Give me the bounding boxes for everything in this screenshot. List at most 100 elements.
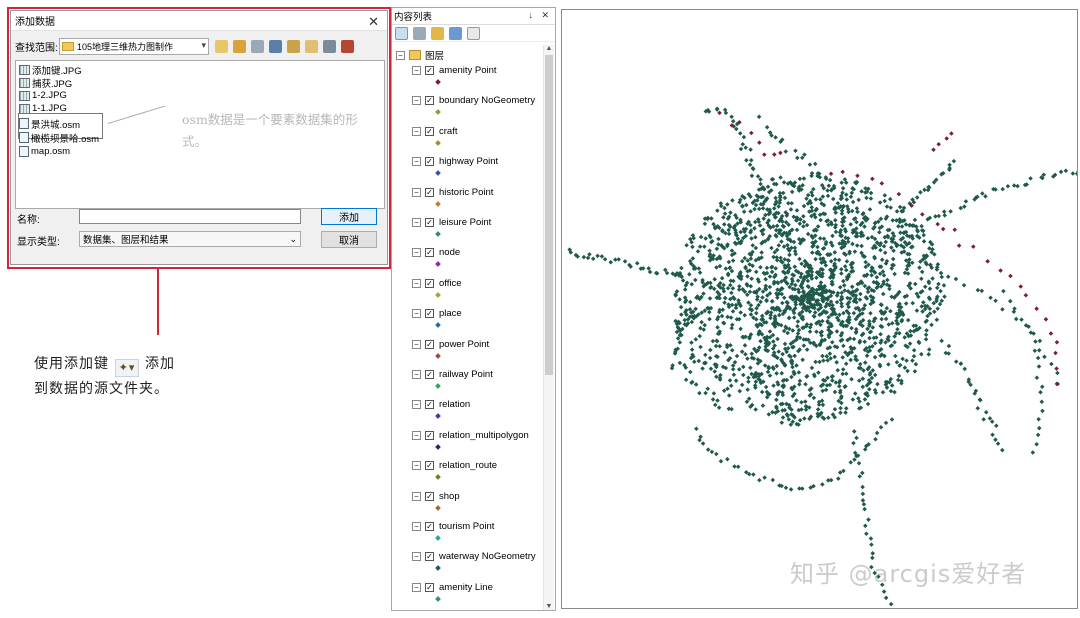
visibility-checkbox[interactable]: ✓ — [425, 552, 434, 561]
list-by-visibility-icon[interactable] — [431, 27, 444, 40]
layer-item[interactable]: −✓relation — [412, 398, 550, 426]
toc-scrollbar[interactable]: ▲ ▼ — [543, 45, 554, 610]
chevron-down-icon[interactable]: ⌄ — [289, 234, 297, 245]
list-item[interactable]: 橄榄坝景哈.osm — [19, 131, 99, 144]
new-folder-icon[interactable] — [287, 40, 300, 53]
add-button[interactable]: 添加 — [321, 208, 377, 225]
visibility-checkbox[interactable]: ✓ — [425, 583, 434, 592]
collapse-icon[interactable]: − — [412, 552, 421, 561]
cancel-button[interactable]: 取消 — [321, 231, 377, 248]
layer-item[interactable]: −✓node — [412, 246, 550, 274]
collapse-icon[interactable]: − — [412, 583, 421, 592]
visibility-checkbox[interactable]: ✓ — [425, 340, 434, 349]
up-level-icon[interactable] — [215, 40, 228, 53]
collapse-icon[interactable]: − — [412, 431, 421, 440]
layer-item[interactable]: −✓power Point — [412, 338, 550, 366]
layer-item[interactable]: −✓place — [412, 307, 550, 335]
visibility-checkbox[interactable]: ✓ — [425, 66, 434, 75]
scroll-thumb[interactable] — [545, 55, 553, 375]
name-field[interactable] — [79, 209, 301, 224]
map-point — [856, 198, 861, 203]
layer-item[interactable]: −✓office — [412, 277, 550, 305]
map-point — [715, 247, 720, 252]
visibility-checkbox[interactable]: ✓ — [425, 370, 434, 379]
layer-item[interactable]: −✓tourism Point — [412, 520, 550, 548]
refresh-icon[interactable] — [323, 40, 336, 53]
visibility-checkbox[interactable]: ✓ — [425, 279, 434, 288]
visibility-checkbox[interactable]: ✓ — [425, 400, 434, 409]
map-view[interactable] — [561, 9, 1078, 609]
list-item[interactable]: 1-2.JPG — [19, 89, 67, 102]
home-icon[interactable] — [233, 40, 246, 53]
collapse-icon[interactable]: − — [412, 340, 421, 349]
layer-item[interactable]: −✓historic Point — [412, 186, 550, 214]
pin-close-icons[interactable]: ↓ ✕ — [528, 10, 552, 21]
collapse-icon[interactable]: − — [412, 522, 421, 531]
visibility-checkbox[interactable]: ✓ — [425, 188, 434, 197]
list-by-selection-icon[interactable] — [449, 27, 462, 40]
collapse-icon[interactable]: − — [396, 51, 405, 60]
layer-item[interactable]: −✓relation_multipolygon — [412, 429, 550, 457]
options-icon[interactable] — [467, 27, 480, 40]
scroll-up-icon[interactable]: ▲ — [544, 45, 554, 52]
layer-item[interactable]: −✓boundary NoGeometry — [412, 94, 550, 122]
layer-item[interactable]: −✓highway Point — [412, 155, 550, 183]
visibility-checkbox[interactable]: ✓ — [425, 461, 434, 470]
map-point — [924, 337, 929, 342]
visibility-checkbox[interactable]: ✓ — [425, 127, 434, 136]
visibility-checkbox[interactable]: ✓ — [425, 309, 434, 318]
collapse-icon[interactable]: − — [412, 66, 421, 75]
collapse-icon[interactable]: − — [412, 188, 421, 197]
chevron-down-icon[interactable]: ▾ — [201, 40, 206, 51]
visibility-checkbox[interactable]: ✓ — [425, 218, 434, 227]
view-options-icon[interactable] — [269, 40, 282, 53]
list-item[interactable]: 捕获.JPG — [19, 76, 72, 89]
visibility-checkbox[interactable]: ✓ — [425, 431, 434, 440]
visibility-checkbox[interactable]: ✓ — [425, 248, 434, 257]
collapse-icon[interactable]: − — [412, 400, 421, 409]
layer-item[interactable]: −✓leisure Point — [412, 216, 550, 244]
layer-item[interactable]: −✓shop — [412, 490, 550, 518]
layer-item[interactable]: −✓amenity Point — [412, 64, 550, 92]
layer-item[interactable]: −✓relation_route — [412, 459, 550, 487]
list-item[interactable]: map.osm — [19, 145, 70, 158]
collapse-icon[interactable]: − — [412, 96, 421, 105]
list-by-drawing-order-icon[interactable] — [395, 27, 408, 40]
layer-item[interactable]: −✓waterway NoGeometry — [412, 550, 550, 578]
type-select[interactable]: 数据集、图层和结果 ⌄ — [79, 231, 301, 247]
collapse-icon[interactable]: − — [412, 279, 421, 288]
file-list[interactable]: 添加键.JPG 捕获.JPG 1-2.JPG 1-1.JPG 景洪城.osm 橄… — [15, 60, 385, 209]
visibility-checkbox[interactable]: ✓ — [425, 96, 434, 105]
list-by-source-icon[interactable] — [413, 27, 426, 40]
connect-folder-icon[interactable] — [251, 40, 264, 53]
map-point — [873, 355, 878, 360]
map-point — [849, 377, 854, 382]
list-item[interactable]: 添加键.JPG — [19, 63, 82, 76]
lookin-dropdown[interactable]: 105地理三维热力图制作 ▾ — [59, 38, 209, 55]
map-point — [932, 309, 937, 314]
visibility-checkbox[interactable]: ✓ — [425, 492, 434, 501]
layers-root[interactable]: − 图层 — [396, 48, 444, 62]
collapse-icon[interactable]: − — [412, 370, 421, 379]
collapse-icon[interactable]: − — [412, 309, 421, 318]
visibility-checkbox[interactable]: ✓ — [425, 522, 434, 531]
collapse-icon[interactable]: − — [412, 248, 421, 257]
layer-item[interactable]: −✓craft — [412, 125, 550, 153]
list-item[interactable]: 景洪城.osm — [19, 117, 80, 130]
catalog-icon[interactable] — [341, 40, 354, 53]
close-icon[interactable]: ✕ — [368, 14, 379, 30]
folder-open-icon[interactable] — [305, 40, 318, 53]
scroll-down-icon[interactable]: ▼ — [544, 603, 554, 610]
map-point — [1037, 348, 1042, 353]
collapse-icon[interactable]: − — [412, 492, 421, 501]
collapse-icon[interactable]: − — [412, 218, 421, 227]
layer-item[interactable]: −✓railway Point — [412, 368, 550, 396]
map-point — [749, 351, 754, 356]
layer-item[interactable]: −✓amenity Line — [412, 581, 550, 609]
collapse-icon[interactable]: − — [412, 127, 421, 136]
map-point — [878, 248, 883, 253]
collapse-icon[interactable]: − — [412, 157, 421, 166]
visibility-checkbox[interactable]: ✓ — [425, 157, 434, 166]
collapse-icon[interactable]: − — [412, 461, 421, 470]
map-point — [833, 407, 838, 412]
